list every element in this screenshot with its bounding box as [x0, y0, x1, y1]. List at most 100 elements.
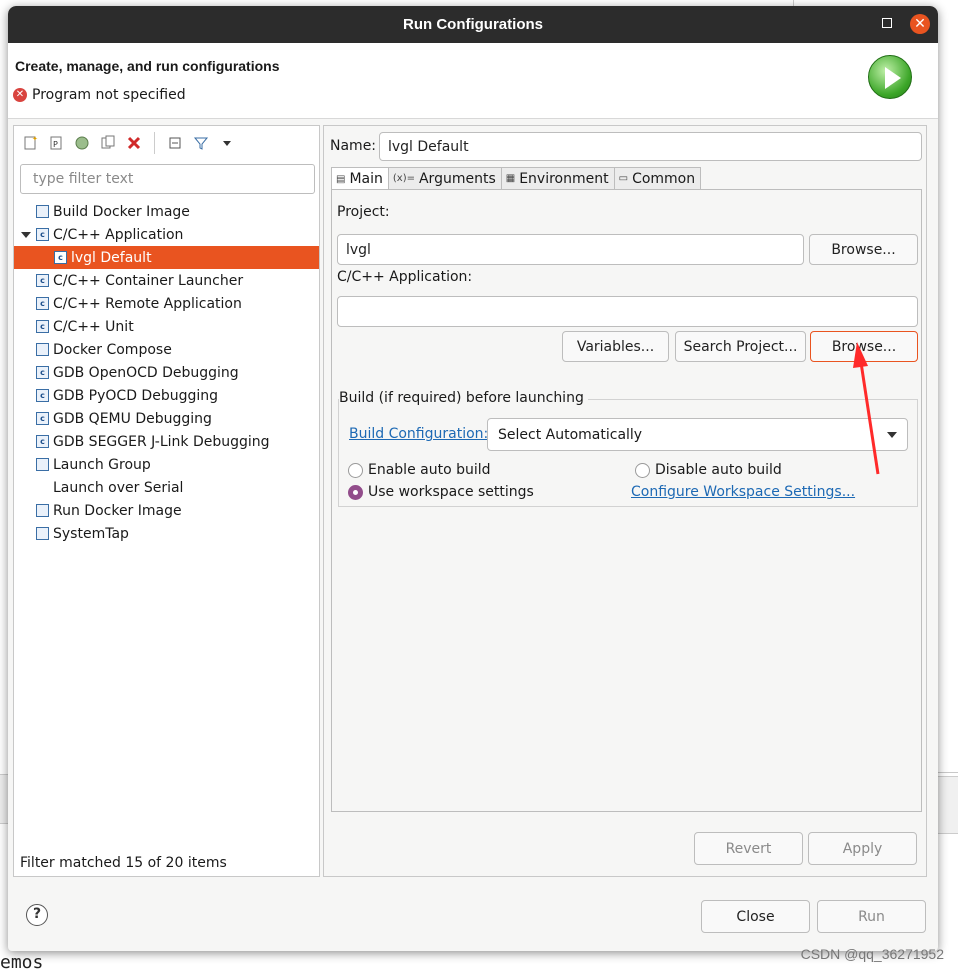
tab-label: Main: [349, 171, 383, 187]
application-label: C/C++ Application:: [337, 269, 473, 285]
tab-common[interactable]: ▭ Common: [613, 167, 702, 189]
tree-item[interactable]: c C/C++ Container Launcher: [14, 269, 319, 292]
main-tab-content: Project: Browse... C/C++ Application: Va…: [331, 189, 922, 812]
title-bar: Run Configurations ✕: [8, 6, 938, 43]
config-tabs: ▤ Main (x)= Arguments ▦ Environment ▭ Co…: [331, 167, 702, 190]
help-icon[interactable]: ?: [26, 904, 48, 926]
application-browse-button[interactable]: Browse...: [810, 331, 918, 362]
tree-item-label: Launch over Serial: [53, 479, 184, 496]
disable-auto-build-radio[interactable]: Disable auto build: [635, 462, 782, 478]
configuration-editor: Name: ▤ Main (x)= Arguments ▦ Environmen…: [323, 125, 927, 877]
tree-item[interactable]: SystemTap: [14, 522, 319, 545]
filter-icon[interactable]: [191, 133, 211, 153]
c-app-icon: c: [36, 366, 49, 379]
run-button[interactable]: Run: [817, 900, 926, 933]
c-app-icon: c: [36, 297, 49, 310]
maximize-icon[interactable]: [882, 18, 892, 28]
tree-item[interactable]: c C/C++ Remote Application: [14, 292, 319, 315]
tab-arguments[interactable]: (x)= Arguments: [387, 167, 502, 189]
background-divider-right: [937, 772, 958, 773]
tree-item-label: Docker Compose: [53, 341, 172, 358]
build-group: Build (if required) before launching Bui…: [338, 390, 918, 507]
tree-item-label: GDB PyOCD Debugging: [53, 387, 219, 404]
tree-item-label: GDB SEGGER J-Link Debugging: [53, 433, 270, 450]
systemtap-icon: [36, 527, 49, 540]
docker-run-icon: [36, 504, 49, 517]
environment-tab-icon: ▦: [505, 173, 516, 184]
tree-item[interactable]: c C/C++ Unit: [14, 315, 319, 338]
radio-label: Enable auto build: [368, 462, 491, 478]
chevron-down-icon[interactable]: [217, 133, 237, 153]
chevron-down-icon: [887, 432, 897, 438]
search-project-button[interactable]: Search Project...: [675, 331, 806, 362]
name-field[interactable]: [379, 132, 922, 161]
c-app-icon: c: [36, 274, 49, 287]
duplicate-icon[interactable]: [98, 133, 118, 153]
tree-item[interactable]: Build Docker Image: [14, 200, 319, 223]
revert-button[interactable]: Revert: [694, 832, 803, 865]
application-field[interactable]: [337, 296, 918, 327]
expand-toggle-icon[interactable]: [21, 232, 31, 238]
build-configuration-link[interactable]: Build Configuration:: [349, 426, 488, 442]
close-button[interactable]: Close: [701, 900, 810, 933]
tree-item-label: Run Docker Image: [53, 502, 182, 519]
tree-item[interactable]: Launch over Serial: [14, 476, 319, 499]
svg-text:P: P: [53, 140, 58, 149]
arguments-tab-icon: (x)=: [392, 173, 415, 184]
tree-item[interactable]: c GDB OpenOCD Debugging: [14, 361, 319, 384]
tab-label: Environment: [519, 170, 609, 187]
tree-item-label: lvgl Default: [71, 249, 152, 266]
apply-button[interactable]: Apply: [808, 832, 917, 865]
c-app-icon: c: [36, 389, 49, 402]
tree-item-label: Build Docker Image: [53, 203, 190, 220]
configure-workspace-link[interactable]: Configure Workspace Settings...: [631, 484, 855, 500]
tree-item[interactable]: Docker Compose: [14, 338, 319, 361]
main-tab-icon: ▤: [336, 173, 346, 185]
tree-item-label: Launch Group: [53, 456, 151, 473]
tab-label: Common: [632, 170, 696, 187]
tree-item[interactable]: c GDB PyOCD Debugging: [14, 384, 319, 407]
tree-item-label: GDB QEMU Debugging: [53, 410, 212, 427]
configurations-panel: ✦ P type filter text Build Docker Image …: [13, 125, 320, 877]
c-app-icon: c: [36, 435, 49, 448]
header-title: Create, manage, and run configurations: [15, 58, 280, 74]
build-group-title: Build (if required) before launching: [339, 390, 588, 406]
name-label: Name:: [330, 138, 377, 154]
new-prototype-icon[interactable]: P: [46, 133, 66, 153]
tree-item[interactable]: c GDB SEGGER J-Link Debugging: [14, 430, 319, 453]
tree-item[interactable]: Launch Group: [14, 453, 319, 476]
svg-text:✦: ✦: [32, 135, 38, 143]
background-editor-text: emos: [0, 952, 44, 973]
tree-item-label: C/C++ Container Launcher: [53, 272, 244, 289]
filter-input-box: [20, 164, 315, 194]
tab-main[interactable]: ▤ Main: [331, 167, 389, 190]
run-banner-icon: [868, 55, 912, 99]
enable-auto-build-radio[interactable]: Enable auto build: [348, 462, 491, 478]
delete-icon[interactable]: [124, 133, 144, 153]
tree-item[interactable]: c C/C++ Application: [14, 223, 319, 246]
tree-item-label: SystemTap: [53, 525, 129, 542]
tree-item[interactable]: c GDB QEMU Debugging: [14, 407, 319, 430]
tree-item[interactable]: Run Docker Image: [14, 499, 319, 522]
build-configuration-select[interactable]: Select Automatically: [487, 418, 908, 451]
radio-off-icon: [635, 462, 650, 478]
variables-button[interactable]: Variables...: [562, 331, 669, 362]
c-app-icon: c: [36, 228, 49, 241]
tree-item-label: C/C++ Remote Application: [53, 295, 242, 312]
radio-off-icon: [348, 462, 363, 478]
use-workspace-settings-radio[interactable]: Use workspace settings: [348, 484, 534, 500]
project-browse-button[interactable]: Browse...: [809, 234, 918, 265]
configurations-tree: Build Docker Image c C/C++ Application c lvg…: [14, 200, 319, 545]
collapse-all-icon[interactable]: [165, 133, 185, 153]
close-icon[interactable]: ✕: [910, 14, 930, 34]
project-field[interactable]: [337, 234, 804, 265]
tree-item[interactable]: c lvgl Default: [14, 246, 319, 269]
run-configurations-dialog: Run Configurations ✕ Create, manage, and…: [8, 6, 938, 951]
docker-compose-icon: [36, 343, 49, 356]
error-icon: ✕: [13, 88, 27, 102]
export-configuration-icon[interactable]: [72, 133, 92, 153]
filter-input[interactable]: [21, 165, 314, 193]
tab-environment[interactable]: ▦ Environment: [500, 167, 615, 189]
new-configuration-icon[interactable]: ✦: [20, 133, 40, 153]
tree-item-label: C/C++ Application: [53, 226, 184, 243]
